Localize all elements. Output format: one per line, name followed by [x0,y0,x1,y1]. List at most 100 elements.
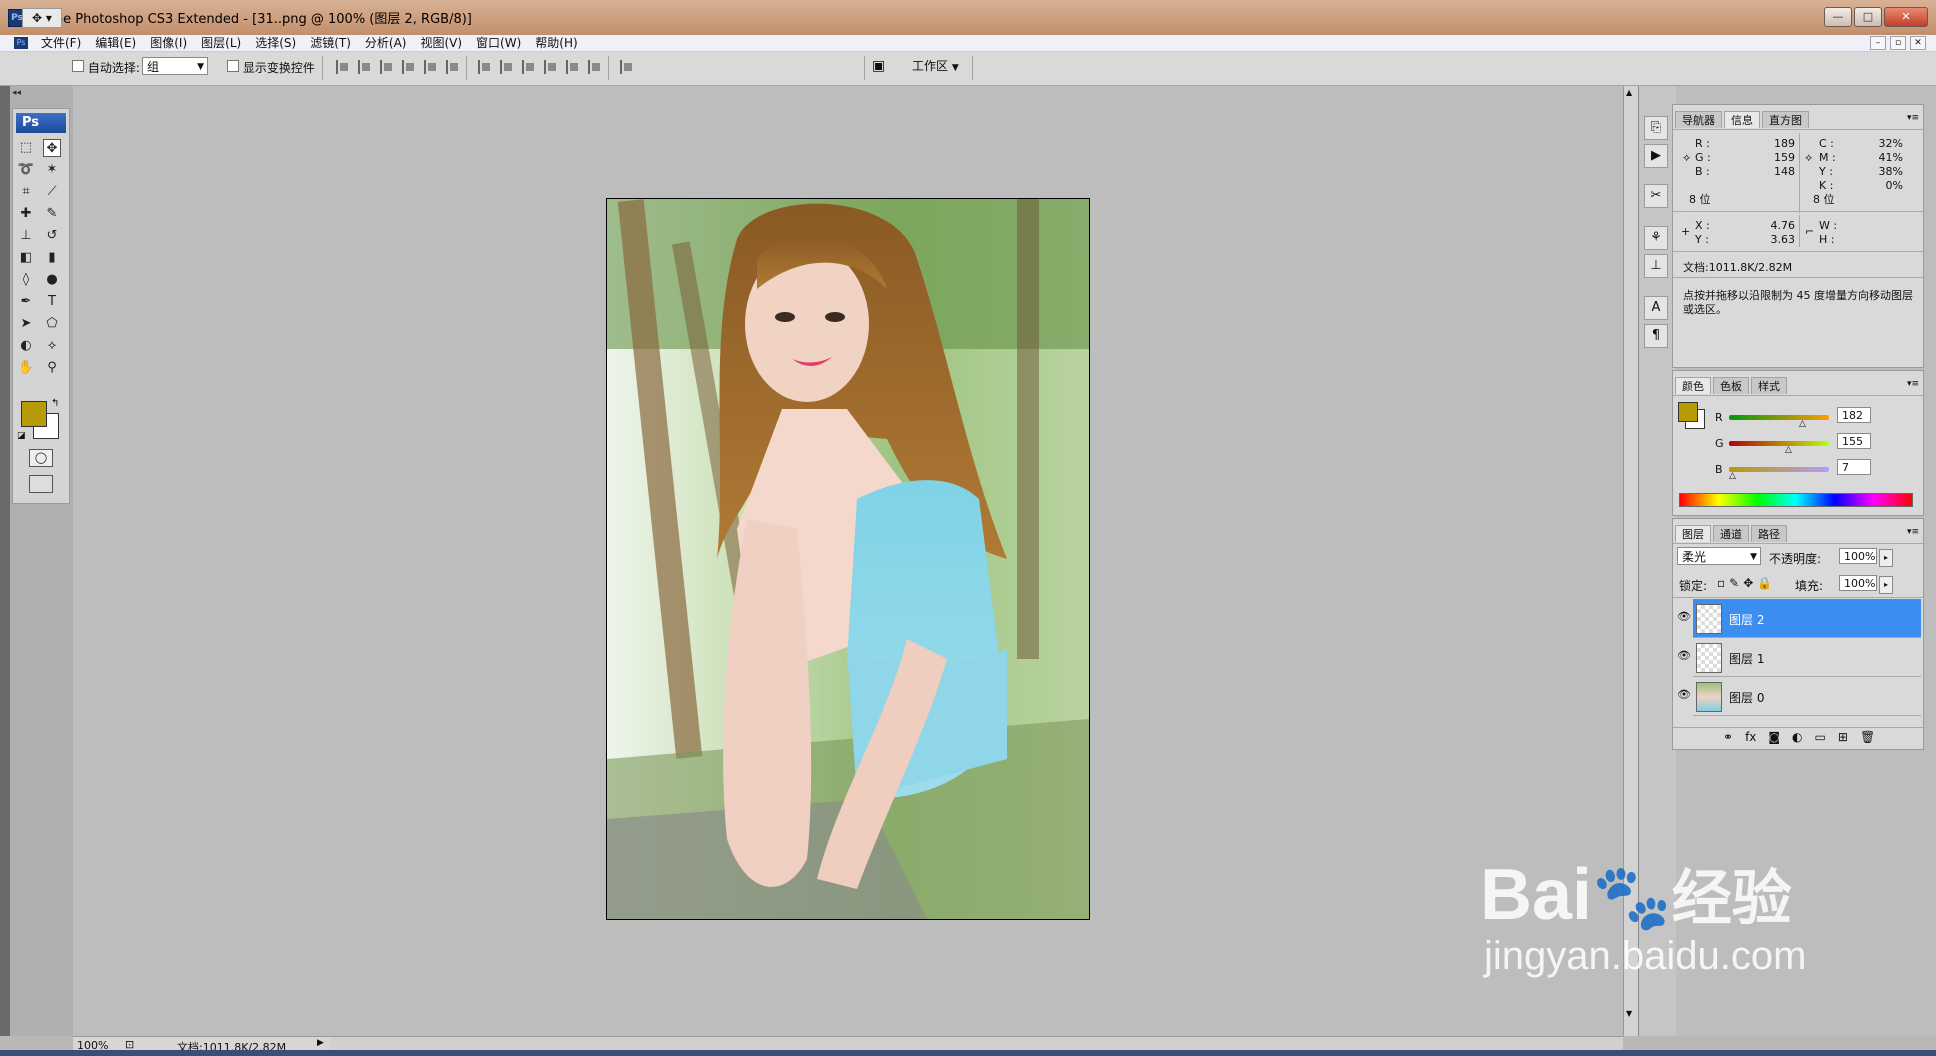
doc-close-button[interactable]: ✕ [1910,36,1926,50]
red-slider-handle[interactable]: △ [1799,419,1806,429]
align-vcenter-icon[interactable] [358,60,374,74]
menu-image[interactable]: 图像(I) [143,35,194,51]
menu-window[interactable]: 窗口(W) [469,35,528,51]
hand-tool-icon[interactable]: ✋ [17,359,35,377]
doc-minimize-button[interactable]: – [1870,36,1886,50]
clone-source-panel-icon[interactable]: ⊥ [1644,254,1668,278]
menu-edit[interactable]: 编辑(E) [88,35,143,51]
new-group-icon[interactable]: ▭ [1815,730,1826,744]
visibility-eye-icon[interactable]: 👁 [1677,610,1691,623]
foreground-color-swatch[interactable] [21,401,47,427]
tab-layers[interactable]: 图层 [1675,525,1711,542]
align-left-icon[interactable] [402,60,418,74]
distribute-right-icon[interactable] [588,60,604,74]
scroll-up-icon[interactable]: ▲ [1626,88,1632,97]
workspace-menu[interactable]: 工作区 ▼ [912,57,959,74]
blue-slider[interactable] [1729,467,1829,472]
collapse-toolbox-icon[interactable]: ◂◂ [12,88,21,98]
actions-panel-icon[interactable]: ▶ [1644,144,1668,168]
eraser-tool-icon[interactable]: ◧ [17,249,35,267]
opacity-input[interactable]: 100% [1839,548,1877,564]
new-layer-icon[interactable]: ⊞ [1838,730,1848,744]
document-icon[interactable]: Ps [14,37,28,49]
crop-tool-icon[interactable]: ⌗ [17,183,35,201]
dodge-tool-icon[interactable]: ● [43,271,61,289]
blend-mode-dropdown[interactable]: 柔光 ▼ [1677,547,1761,565]
menu-select[interactable]: 选择(S) [248,35,303,51]
tool-presets-panel-icon[interactable]: ✂ [1644,184,1668,208]
brush-tool-icon[interactable]: ✎ [43,205,61,223]
tab-navigator[interactable]: 导航器 [1675,111,1722,128]
bridge-icon[interactable]: ▣ [872,58,885,74]
layer-row[interactable]: 图层 1 [1693,638,1921,677]
clone-stamp-tool-icon[interactable]: ⊥ [17,227,35,245]
close-button[interactable]: ✕ [1884,7,1928,27]
opacity-slider-button[interactable]: ▸ [1879,549,1893,567]
menu-file[interactable]: 文件(F) [34,35,88,51]
auto-select-dropdown[interactable]: 组 ▼ [142,57,208,75]
tab-channels[interactable]: 通道 [1713,525,1749,542]
auto-align-layers-icon[interactable] [620,60,636,74]
delete-layer-icon[interactable]: 🗑 [1860,730,1875,744]
slice-tool-icon[interactable]: ⟋ [43,183,61,201]
layer-style-icon[interactable]: fx [1745,730,1756,744]
menu-filter[interactable]: 滤镜(T) [303,35,358,51]
blue-slider-handle[interactable]: △ [1729,471,1736,481]
status-menu-arrow-icon[interactable]: ▶ [317,1038,324,1048]
menu-help[interactable]: 帮助(H) [528,35,584,51]
paragraph-panel-icon[interactable]: ¶ [1644,324,1668,348]
notes-tool-icon[interactable]: ◐ [17,337,35,355]
green-slider[interactable] [1729,441,1829,446]
move-tool-preset-picker[interactable]: ✥ ▾ [22,8,62,28]
auto-select-checkbox[interactable] [72,60,84,72]
distribute-hcenter-icon[interactable] [566,60,582,74]
screen-mode-icon[interactable] [29,475,53,493]
tab-color[interactable]: 颜色 [1675,377,1711,394]
maximize-button[interactable]: □ [1854,7,1882,27]
lock-icons[interactable]: ▫✎✥🔒 [1717,576,1776,590]
scroll-down-icon[interactable]: ▼ [1626,1009,1632,1018]
panel-menu-icon[interactable]: ▾≡ [1907,527,1919,537]
quick-mask-icon[interactable]: ◯ [29,449,53,467]
align-bottom-icon[interactable] [380,60,396,74]
lasso-tool-icon[interactable]: ➰ [17,161,35,179]
fill-input[interactable]: 100% [1839,575,1877,591]
zoom-tool-icon[interactable]: ⚲ [43,359,61,377]
tab-swatches[interactable]: 色板 [1713,377,1749,394]
blur-tool-icon[interactable]: ◊ [17,271,35,289]
tab-histogram[interactable]: 直方图 [1762,111,1809,128]
color-fg-swatch[interactable] [1678,402,1698,422]
minimize-button[interactable]: — [1824,7,1852,27]
panel-menu-icon[interactable]: ▾≡ [1907,379,1919,389]
adjustment-layer-icon[interactable]: ◐ [1792,730,1802,744]
layer-row[interactable]: 图层 2 [1693,599,1921,638]
move-tool-icon[interactable]: ✥ [43,139,61,157]
shape-tool-icon[interactable]: ⬠ [43,315,61,333]
align-top-icon[interactable] [336,60,352,74]
history-brush-tool-icon[interactable]: ↺ [43,227,61,245]
menu-layer[interactable]: 图层(L) [194,35,248,51]
show-transform-checkbox[interactable] [227,60,239,72]
default-colors-icon[interactable]: ◪ [17,431,26,441]
visibility-eye-icon[interactable]: 👁 [1677,688,1691,701]
link-layers-icon[interactable]: ⚭ [1723,730,1733,744]
eyedropper-tool-icon[interactable]: ⟡ [43,337,61,355]
layer-row[interactable]: 图层 0 [1693,677,1921,716]
layer-mask-icon[interactable]: ◙ [1768,730,1780,744]
doc-restore-button[interactable]: ▫ [1890,36,1906,50]
red-value-input[interactable]: 182 [1837,407,1871,423]
menu-view[interactable]: 视图(V) [413,35,469,51]
gradient-tool-icon[interactable]: ▮ [43,249,61,267]
tab-info[interactable]: 信息 [1724,111,1760,128]
align-right-icon[interactable] [446,60,462,74]
path-selection-tool-icon[interactable]: ➤ [17,315,35,333]
healing-brush-tool-icon[interactable]: ✚ [17,205,35,223]
brushes-panel-icon[interactable]: ⚘ [1644,226,1668,250]
menu-analysis[interactable]: 分析(A) [358,35,414,51]
distribute-left-icon[interactable] [544,60,560,74]
tab-styles[interactable]: 样式 [1751,377,1787,394]
green-value-input[interactable]: 155 [1837,433,1871,449]
magic-wand-tool-icon[interactable]: ✶ [43,161,61,179]
visibility-eye-icon[interactable]: 👁 [1677,649,1691,662]
history-panel-icon[interactable]: ⎘ [1644,116,1668,140]
